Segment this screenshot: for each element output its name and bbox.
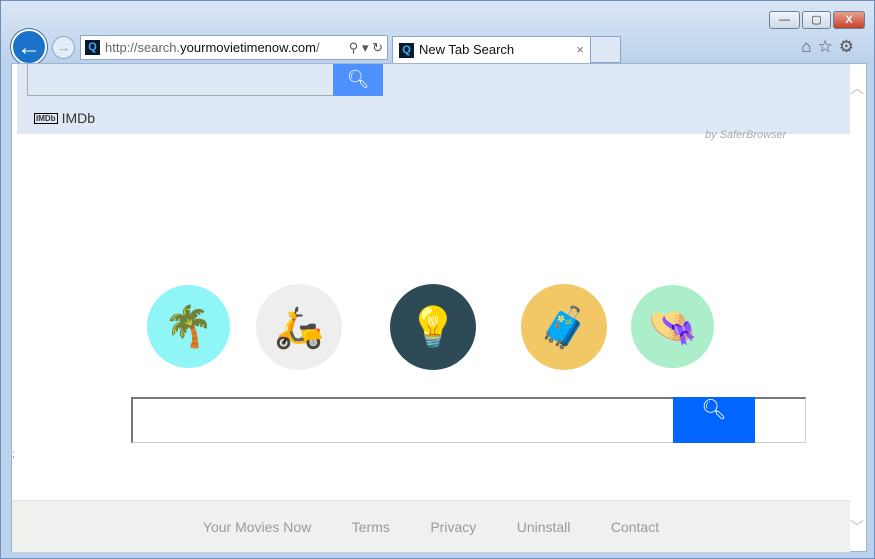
- scooter-icon: 🛵: [274, 305, 324, 350]
- category-ideas[interactable]: 💡: [390, 284, 476, 370]
- footer: Your Movies Now Terms Privacy Uninstall …: [12, 500, 850, 552]
- minimize-button[interactable]: —: [769, 11, 800, 29]
- category-beach[interactable]: 🌴: [147, 285, 230, 368]
- page-content: 🔍︎ IMDb IMDb by SaferBrowser 🌴 🛵 💡 🧳 👒 🔍︎…: [11, 63, 867, 552]
- imdb-label: IMDb: [61, 110, 96, 126]
- footer-link-privacy[interactable]: Privacy: [430, 519, 476, 535]
- search-icon: 🔍︎: [346, 69, 370, 89]
- search-toolbar: 🔍︎ IMDb IMDb: [17, 64, 850, 134]
- footer-link-terms[interactable]: Terms: [352, 519, 390, 535]
- browser-window: — ▢ X ← → Q http://search.yourmovietimen…: [0, 0, 875, 559]
- site-favicon-icon: Q: [85, 40, 100, 55]
- home-icon[interactable]: ⌂: [801, 37, 817, 56]
- scroll-down-icon[interactable]: ﹀: [848, 517, 866, 537]
- footer-link-uninstall[interactable]: Uninstall: [517, 519, 571, 535]
- url-domain: yourmovietimenow.com: [180, 40, 316, 55]
- tab-new-tab-search[interactable]: Q New Tab Search ×: [392, 36, 591, 63]
- gear-icon[interactable]: ⚙: [839, 37, 860, 56]
- stray-character: ;: [12, 449, 15, 460]
- favorites-star-icon[interactable]: ☆: [818, 37, 839, 56]
- maximize-button[interactable]: ▢: [802, 11, 831, 29]
- palm-tree-icon: 🌴: [163, 305, 214, 349]
- dropdown-icon[interactable]: ▾: [362, 40, 369, 55]
- forward-button[interactable]: →: [52, 36, 75, 59]
- tab-title: New Tab Search: [419, 42, 515, 57]
- imdb-link[interactable]: IMDb IMDb: [34, 110, 95, 126]
- search-icon[interactable]: ⚲: [349, 40, 359, 55]
- close-tab-icon[interactable]: ×: [576, 37, 584, 63]
- toolbar-search-button[interactable]: 🔍︎: [333, 64, 383, 96]
- new-tab-button[interactable]: [591, 36, 621, 63]
- category-scooter[interactable]: 🛵: [256, 284, 342, 370]
- tab-favicon-icon: Q: [399, 43, 414, 58]
- back-button[interactable]: ←: [11, 29, 47, 65]
- luggage-icon: 🧳: [539, 305, 589, 350]
- close-window-button[interactable]: X: [833, 11, 865, 29]
- url-prefix: http://search.: [105, 40, 181, 55]
- sun-hat-icon: 👒: [647, 305, 698, 349]
- address-bar[interactable]: Q http://search.yourmovietimenow.com/ ⚲ …: [80, 35, 388, 60]
- category-travel[interactable]: 🧳: [521, 284, 607, 370]
- footer-link-contact[interactable]: Contact: [611, 519, 659, 535]
- search-icon: 🔍︎: [701, 399, 727, 421]
- main-search-input[interactable]: 🔍︎: [131, 397, 806, 443]
- main-search-button[interactable]: 🔍︎: [673, 397, 755, 443]
- by-saferbrowser: by SaferBrowser: [705, 129, 787, 141]
- footer-link-your-movies-now[interactable]: Your Movies Now: [203, 519, 311, 535]
- imdb-logo-icon: IMDb: [34, 113, 58, 124]
- vertical-scrollbar[interactable]: ︿ ﹀: [848, 64, 866, 551]
- refresh-icon[interactable]: ↻: [372, 40, 383, 55]
- lightbulb-suitcase-icon: 💡: [408, 305, 458, 350]
- category-hat[interactable]: 👒: [631, 285, 714, 368]
- scroll-up-icon[interactable]: ︿: [848, 78, 866, 98]
- toolbar-search-input[interactable]: [27, 64, 333, 96]
- url-suffix: /: [315, 40, 320, 55]
